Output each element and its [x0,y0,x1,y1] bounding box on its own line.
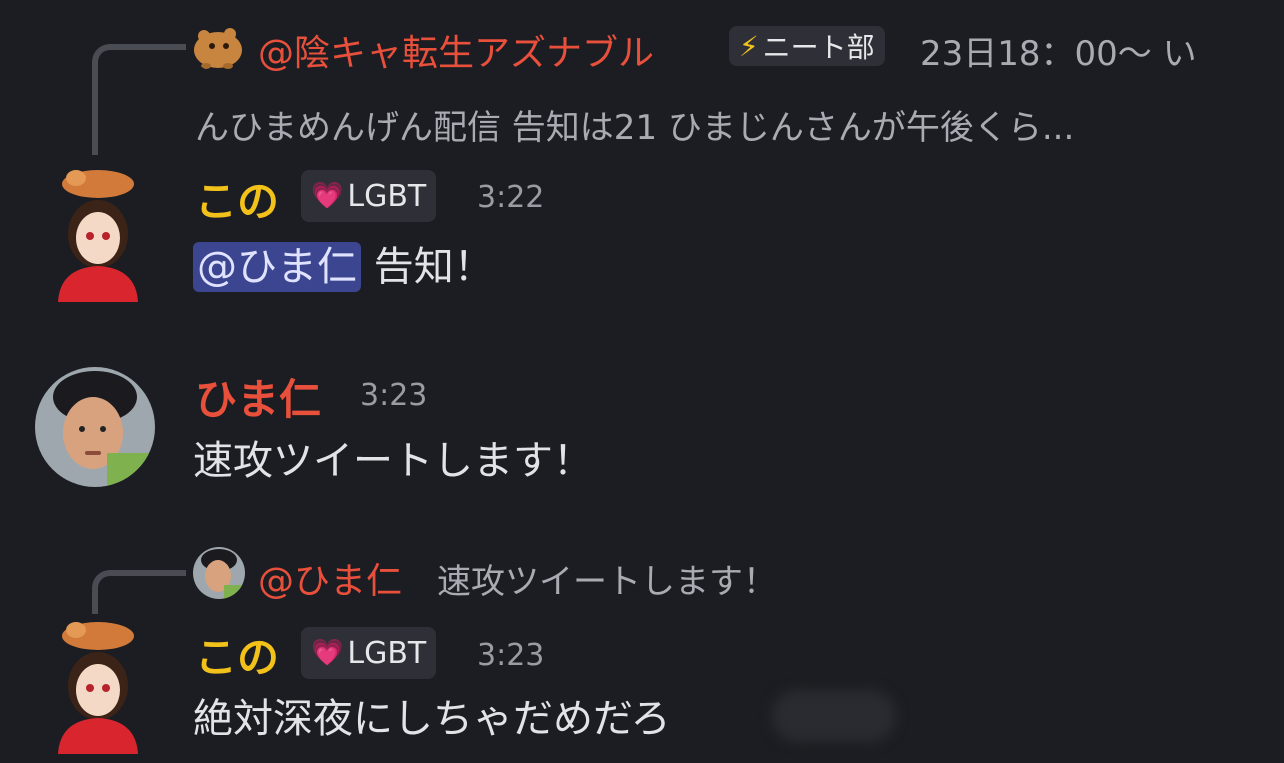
lightning-icon: ⚡ [739,29,759,63]
pink-heart-icon: 💗 [311,181,344,211]
role-tag-label: LGBT [347,178,427,214]
reply-preview-line2[interactable]: んひまめんげん配信 告知は21 ひまじんさんが午後くら... [195,100,1074,149]
reply-avatar-himajin[interactable] [193,547,245,599]
reply-avatar-hamster-icon[interactable] [190,18,246,72]
role-tag-label: LGBT [347,635,427,671]
role-tag-neet[interactable]: ⚡ ニート部 [729,26,885,66]
message-timestamp: 3:22 [477,180,545,215]
user-mention[interactable]: @ひま仁 [193,242,361,292]
avatar-himajin[interactable] [35,367,155,487]
pink-heart-icon: 💗 [311,638,344,668]
message-author-himajin[interactable]: ひま仁 [195,366,321,427]
role-tag-lgbt[interactable]: 💗 LGBT [301,627,437,679]
message-timestamp: 3:23 [360,378,428,413]
role-tag-label: ニート部 [762,31,875,64]
reply-connector [92,570,186,614]
message-content: @ひま仁 告知！ [193,234,494,292]
reply-connector [92,44,186,155]
message-author-kono[interactable]: この [195,624,279,685]
role-tag-lgbt[interactable]: 💗 LGBT [301,170,437,222]
reply-preview-line1[interactable]: 23日18：00〜 い [920,26,1197,75]
avatar-kono[interactable] [36,614,160,754]
message-text: 速攻ツイートします！ [193,438,593,484]
message-timestamp: 3:23 [477,638,545,673]
message-author-kono[interactable]: この [195,168,279,229]
message-text: 告知！ [361,244,494,290]
avatar-kono[interactable] [36,162,160,302]
message-text: 絶対深夜にしちゃだめだろ [193,696,671,742]
reply-author-name[interactable]: @ひま仁 [258,552,402,604]
reply-author-name[interactable]: @陰キャ転生アズナブル [258,24,654,76]
reply-preview[interactable]: 速攻ツイートします！ [437,554,777,603]
blurred-emoji-redaction [772,690,896,742]
